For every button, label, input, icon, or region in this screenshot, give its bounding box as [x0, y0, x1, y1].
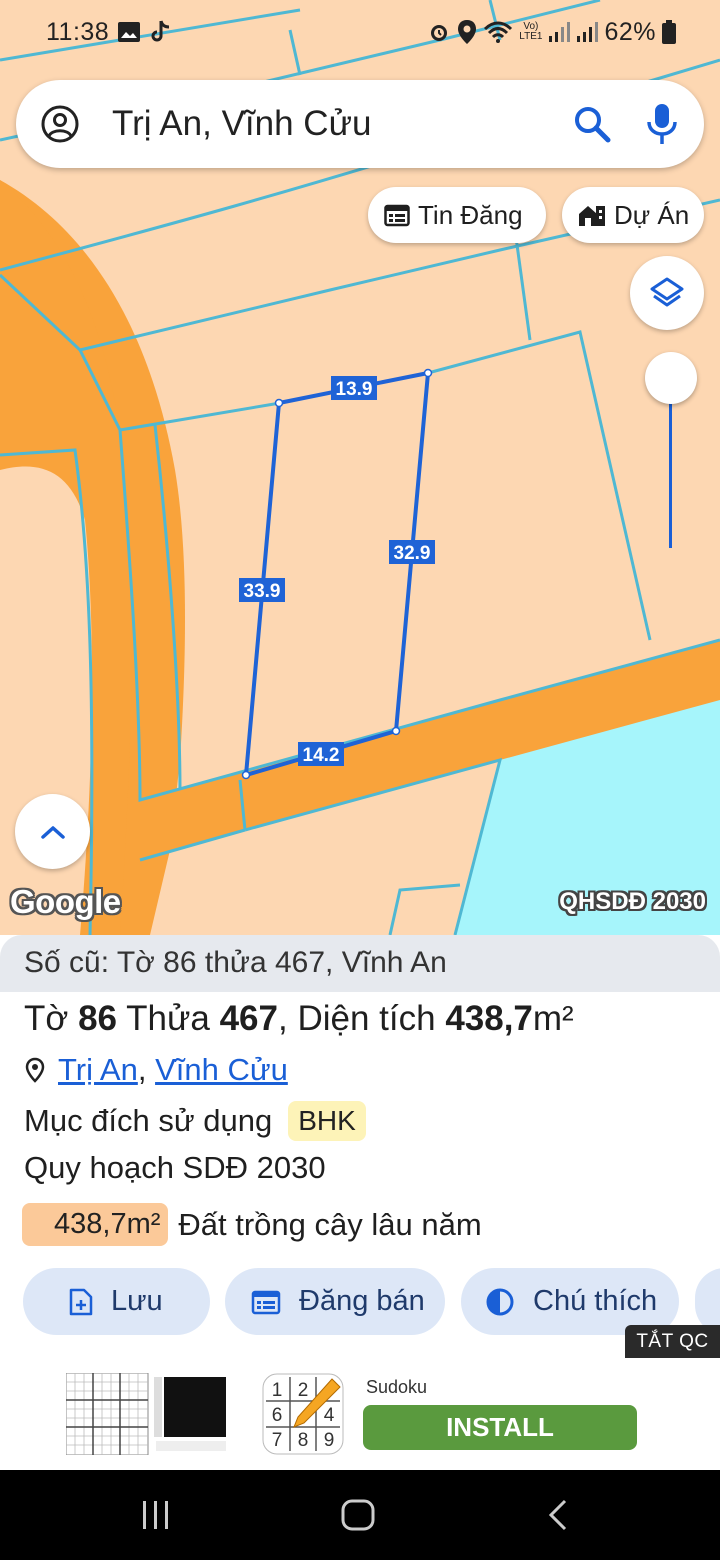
install-button[interactable]: INSTALL	[363, 1405, 637, 1450]
system-nav-bar	[0, 1470, 720, 1560]
plan-land-type: Đất trồng cây lâu năm	[178, 1206, 482, 1242]
add-document-icon	[69, 1288, 93, 1315]
battery-percent: 62%	[604, 17, 656, 46]
svg-text:7: 7	[272, 1430, 283, 1451]
edge-length-label: 32.9	[394, 543, 431, 564]
wifi-icon	[483, 21, 513, 43]
map-view[interactable]: 13.9 32.9 33.9 14.2 11:38 Vo) LTE1 62% T…	[0, 0, 720, 935]
parcel-number: 467	[219, 999, 278, 1038]
chevron-up-icon	[40, 825, 65, 839]
battery-icon	[662, 20, 676, 44]
edge-length-label: 13.9	[336, 379, 373, 400]
location-icon	[457, 19, 477, 45]
edge-length-label: 14.2	[303, 745, 340, 766]
location-pin-icon	[25, 1057, 45, 1083]
signal-icon-2	[576, 21, 599, 43]
map-layer-label: QHSDĐ 2030	[559, 888, 706, 915]
svg-text:2: 2	[298, 1380, 309, 1401]
calendar-list-icon	[251, 1290, 281, 1314]
save-button[interactable]: Lưu	[23, 1268, 210, 1335]
ad-banner[interactable]: 12 6 4 789 Sudoku INSTALL	[60, 1365, 660, 1462]
buildings-icon	[579, 206, 605, 226]
recent-apps-button[interactable]	[140, 1498, 172, 1532]
district-link[interactable]: Vĩnh Cửu	[155, 1052, 288, 1088]
layers-icon	[650, 277, 684, 307]
close-ads-button[interactable]: TẮT QC	[625, 1325, 720, 1358]
google-logo: Google	[10, 883, 121, 920]
legend-button-label: Chú thích	[533, 1285, 658, 1317]
contrast-icon	[486, 1288, 514, 1315]
search-query[interactable]: Trị An, Vĩnh Cửu	[112, 104, 371, 144]
listings-chip-label: Tin Đăng	[418, 199, 523, 230]
parcel-info-sheet: Số cũ: Tờ 86 thửa 467, Vĩnh An Tờ 86 Thử…	[0, 935, 720, 1470]
land-use-code-badge: BHK	[288, 1101, 366, 1141]
tiktok-icon	[149, 19, 171, 45]
svg-text:8: 8	[298, 1430, 309, 1451]
svg-text:1: 1	[272, 1380, 283, 1401]
ad-app-name: Sudoku	[366, 1377, 428, 1397]
account-icon[interactable]	[40, 104, 80, 144]
alarm-icon	[427, 20, 451, 44]
home-button[interactable]	[340, 1498, 376, 1532]
svg-text:9: 9	[324, 1430, 335, 1451]
expand-up-button[interactable]	[15, 794, 90, 869]
post-for-sale-label: Đăng bán	[299, 1285, 425, 1317]
status-bar: 11:38 Vo) LTE1 62%	[0, 0, 720, 64]
plan-area-row: 438,7m² Đất trồng cây lâu năm	[22, 1203, 482, 1246]
area-value: 438,7	[445, 999, 533, 1038]
gallery-icon	[117, 21, 141, 43]
plan-area-chip: 438,7m²	[22, 1203, 169, 1246]
layers-button[interactable]	[630, 256, 704, 330]
search-icon[interactable]	[572, 104, 612, 144]
post-for-sale-button[interactable]: Đăng bán	[225, 1268, 445, 1335]
clock: 11:38	[46, 17, 110, 46]
save-button-label: Lưu	[111, 1285, 163, 1317]
signal-icon	[548, 21, 571, 43]
screen: 13.9 32.9 33.9 14.2 11:38 Vo) LTE1 62% T…	[0, 0, 720, 1560]
location-line: Trị An, Vĩnh Cửu	[24, 1052, 288, 1088]
land-use-purpose: Mục đích sử dụng BHK	[24, 1101, 366, 1141]
sudoku-screenshot-image	[66, 1373, 226, 1455]
sudoku-app-icon: 12 6 4 789	[262, 1373, 344, 1455]
plan-label: Quy hoạch SDĐ 2030	[24, 1150, 326, 1185]
back-button[interactable]	[546, 1498, 570, 1532]
edge-length-label: 33.9	[244, 581, 281, 602]
svg-text:6: 6	[272, 1405, 283, 1426]
mic-icon[interactable]	[642, 102, 682, 146]
projects-chip[interactable]: Dự Án	[562, 187, 704, 243]
volte-icon: Vo) LTE1	[519, 21, 543, 42]
projects-chip-label: Dự Án	[614, 199, 690, 230]
opacity-slider[interactable]	[645, 352, 697, 552]
listings-chip[interactable]: Tin Đăng	[368, 187, 546, 243]
parcel-summary: Tờ 86 Thửa 467, Diện tích 438,7m²	[24, 999, 574, 1038]
ward-link[interactable]: Trị An	[58, 1052, 138, 1088]
svg-text:4: 4	[324, 1405, 335, 1426]
old-parcel-id: Số cũ: Tờ 86 thửa 467, Vĩnh An	[0, 935, 720, 992]
calendar-list-icon	[384, 204, 410, 227]
slider-thumb[interactable]	[645, 352, 697, 404]
search-bar[interactable]: Trị An, Vĩnh Cửu	[16, 80, 704, 168]
sheet-number: 86	[78, 999, 118, 1038]
